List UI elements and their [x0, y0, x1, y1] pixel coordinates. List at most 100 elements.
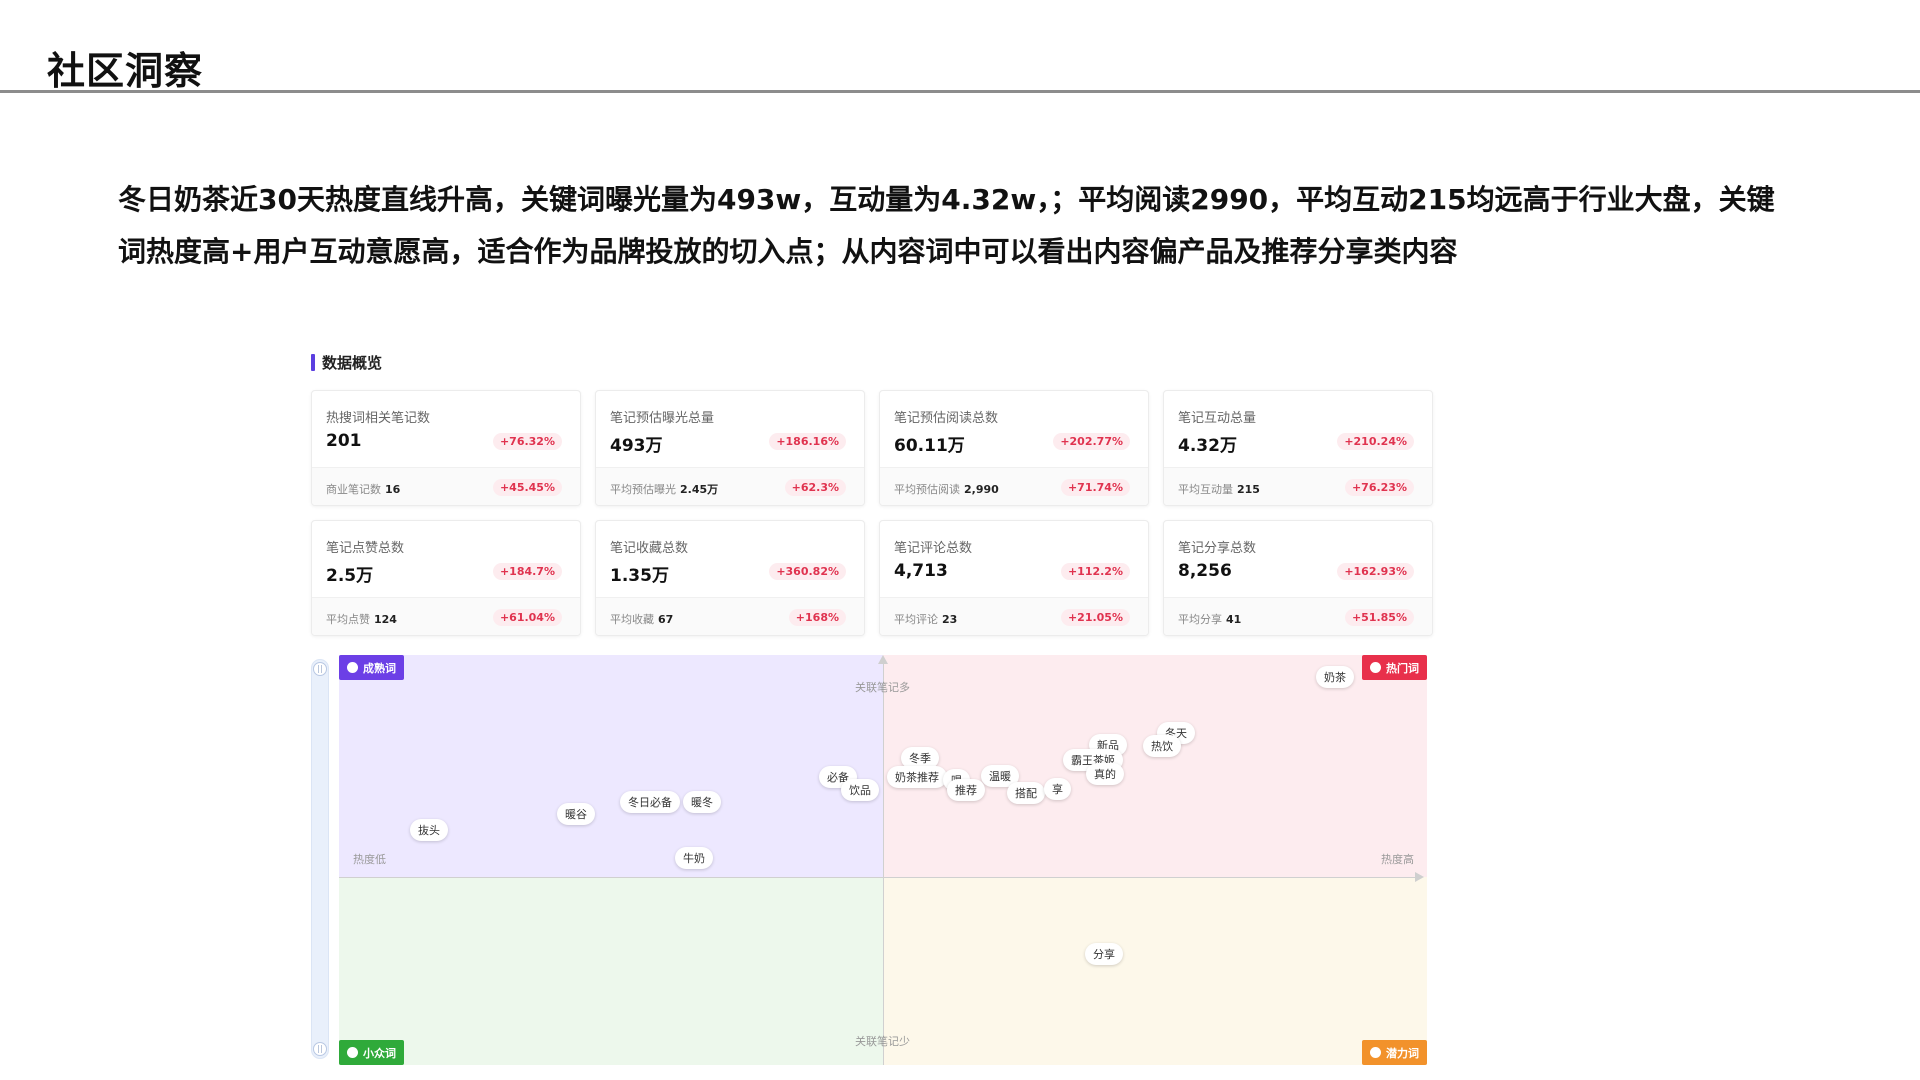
sub-change-badge: +21.05%: [1060, 609, 1130, 626]
sub-value: 16: [385, 483, 401, 496]
vertical-axis: [883, 661, 884, 1065]
keyword-bubble[interactable]: 奶茶: [1316, 666, 1354, 688]
card-label: 笔记预估曝光总量: [610, 411, 715, 426]
keyword-bubble[interactable]: 暖冬: [683, 791, 721, 813]
card-value: 1.35万: [610, 566, 669, 586]
keyword-bubble[interactable]: 抜头: [410, 819, 448, 841]
flame-icon: [1370, 662, 1381, 673]
section-label: 数据概览: [322, 354, 383, 372]
metric-card[interactable]: 笔记评论总数 4,713 +112.2% 平均评论 23 +21.05%: [879, 520, 1149, 636]
card-main: 笔记预估阅读总数 60.11万 +202.77%: [880, 391, 1148, 467]
quadrant-hot: [883, 655, 1427, 877]
sub-metric: 平均分享 41: [1178, 611, 1241, 627]
keyword-bubble[interactable]: 享: [1044, 778, 1071, 800]
card-main: 热搜词相关笔记数 201 +76.32%: [312, 391, 580, 467]
metric-card[interactable]: 笔记分享总数 8,256 +162.93% 平均分享 41 +51.85%: [1163, 520, 1433, 636]
quadrant-niche: [339, 877, 883, 1065]
card-sub: 平均评论 23 +21.05%: [880, 597, 1148, 635]
card-main: 笔记互动总量 4.32万 +210.24%: [1164, 391, 1432, 467]
keyword-bubble[interactable]: 热饮: [1143, 735, 1181, 757]
section-accent-bar: [311, 354, 315, 371]
keyword-bubble[interactable]: 饮品: [841, 779, 879, 801]
card-label: 笔记互动总量: [1178, 411, 1257, 426]
keyword-bubble[interactable]: 搭配: [1007, 782, 1045, 804]
sub-change-badge: +76.23%: [1344, 479, 1414, 496]
card-label: 热搜词相关笔记数: [326, 411, 431, 426]
scroll-handle-bottom[interactable]: ||: [313, 1042, 327, 1056]
sub-label: 平均预估曝光: [610, 483, 676, 496]
card-value: 4.32万: [1178, 436, 1237, 456]
card-label: 笔记分享总数: [1178, 541, 1257, 556]
metric-card[interactable]: 笔记收藏总数 1.35万 +360.82% 平均收藏 67 +168%: [595, 520, 865, 636]
overview-section-header: 数据概览: [311, 352, 382, 373]
sub-change-badge: +45.45%: [492, 479, 562, 496]
keyword-bubble[interactable]: 冬日必备: [620, 791, 680, 813]
axis-label-left: 热度低: [353, 853, 386, 866]
sub-value: 2.45万: [680, 483, 719, 496]
keyword-bubble[interactable]: 牛奶: [675, 847, 713, 869]
card-sub: 平均点赞 124 +61.04%: [312, 597, 580, 635]
change-badge: +184.7%: [492, 563, 562, 580]
keyword-bubble[interactable]: 奶茶推荐: [887, 766, 947, 788]
axis-label-top: 关联笔记多: [855, 681, 910, 694]
title-divider: [0, 90, 1920, 93]
horizontal-axis: [339, 877, 1419, 878]
card-main: 笔记收藏总数 1.35万 +360.82%: [596, 521, 864, 597]
card-value: 493万: [610, 436, 663, 456]
change-badge: +210.24%: [1337, 433, 1414, 450]
change-badge: +186.16%: [769, 433, 846, 450]
keyword-bubble[interactable]: 真的: [1086, 763, 1124, 785]
tag-label: 小众词: [363, 1046, 396, 1060]
vertical-scrollbar[interactable]: || ||: [311, 659, 329, 1059]
metric-card[interactable]: 笔记预估阅读总数 60.11万 +202.77% 平均预估阅读 2,990 +71…: [879, 390, 1149, 506]
sub-metric: 平均预估曝光 2.45万: [610, 481, 718, 497]
card-value: 8,256: [1178, 561, 1232, 581]
sub-change-badge: +51.85%: [1344, 609, 1414, 626]
card-main: 笔记分享总数 8,256 +162.93%: [1164, 521, 1432, 597]
sub-value: 23: [942, 613, 958, 626]
scroll-handle-top[interactable]: ||: [313, 662, 327, 676]
sub-change-badge: +71.74%: [1060, 479, 1130, 496]
change-badge: +360.82%: [769, 563, 846, 580]
card-sub: 商业笔记数 16 +45.45%: [312, 467, 580, 505]
keyword-bubble[interactable]: 推荐: [947, 779, 985, 801]
tag-label: 成熟词: [363, 661, 396, 675]
tag-label: 热门词: [1386, 661, 1419, 675]
sub-metric: 平均收藏 67: [610, 611, 673, 627]
card-value: 4,713: [894, 561, 948, 581]
card-sub: 平均互动量 215 +76.23%: [1164, 467, 1432, 505]
card-label: 笔记点赞总数: [326, 541, 405, 556]
card-sub: 平均预估曝光 2.45万 +62.3%: [596, 467, 864, 505]
sub-value: 124: [374, 613, 397, 626]
card-value: 201: [326, 431, 362, 451]
card-main: 笔记点赞总数 2.5万 +184.7%: [312, 521, 580, 597]
metric-card[interactable]: 笔记点赞总数 2.5万 +184.7% 平均点赞 124 +61.04%: [311, 520, 581, 636]
card-sub: 平均预估阅读 2,990 +71.74%: [880, 467, 1148, 505]
sub-label: 平均分享: [1178, 613, 1222, 626]
sub-value: 215: [1237, 483, 1260, 496]
horizontal-axis-arrow: [1415, 872, 1424, 882]
keyword-bubble[interactable]: 分享: [1085, 943, 1123, 965]
change-badge: +202.77%: [1053, 433, 1130, 450]
card-label: 笔记收藏总数: [610, 541, 689, 556]
sub-value: 67: [658, 613, 674, 626]
axis-label-right: 热度高: [1381, 853, 1414, 866]
metric-card[interactable]: 笔记预估曝光总量 493万 +186.16% 平均预估曝光 2.45万 +62.3…: [595, 390, 865, 506]
tag-mature: 成熟词: [339, 655, 404, 680]
change-badge: +162.93%: [1337, 563, 1414, 580]
sub-change-badge: +168%: [788, 609, 846, 626]
sub-label: 平均互动量: [1178, 483, 1233, 496]
keyword-bubble[interactable]: 暖谷: [557, 803, 595, 825]
page-title: 社区洞察: [47, 49, 204, 93]
sub-label: 平均收藏: [610, 613, 654, 626]
metric-card[interactable]: 热搜词相关笔记数 201 +76.32% 商业笔记数 16 +45.45%: [311, 390, 581, 506]
change-badge: +76.32%: [492, 433, 562, 450]
sub-metric: 平均互动量 215: [1178, 481, 1260, 497]
sub-value: 41: [1226, 613, 1242, 626]
card-label: 笔记预估阅读总数: [894, 411, 999, 426]
cup-icon: [347, 1047, 358, 1058]
card-value: 60.11万: [894, 436, 965, 456]
keyword-quadrant: || || 关联笔记多 关联笔记少 热度低 热度高 成熟词 热门词 小众词 潜力…: [311, 655, 1431, 1065]
summary-text: 冬日奶茶近30天热度直线升高，关键词曝光量为493w，互动量为4.32w，；平均…: [118, 183, 1775, 268]
metric-card[interactable]: 笔记互动总量 4.32万 +210.24% 平均互动量 215 +76.23%: [1163, 390, 1433, 506]
